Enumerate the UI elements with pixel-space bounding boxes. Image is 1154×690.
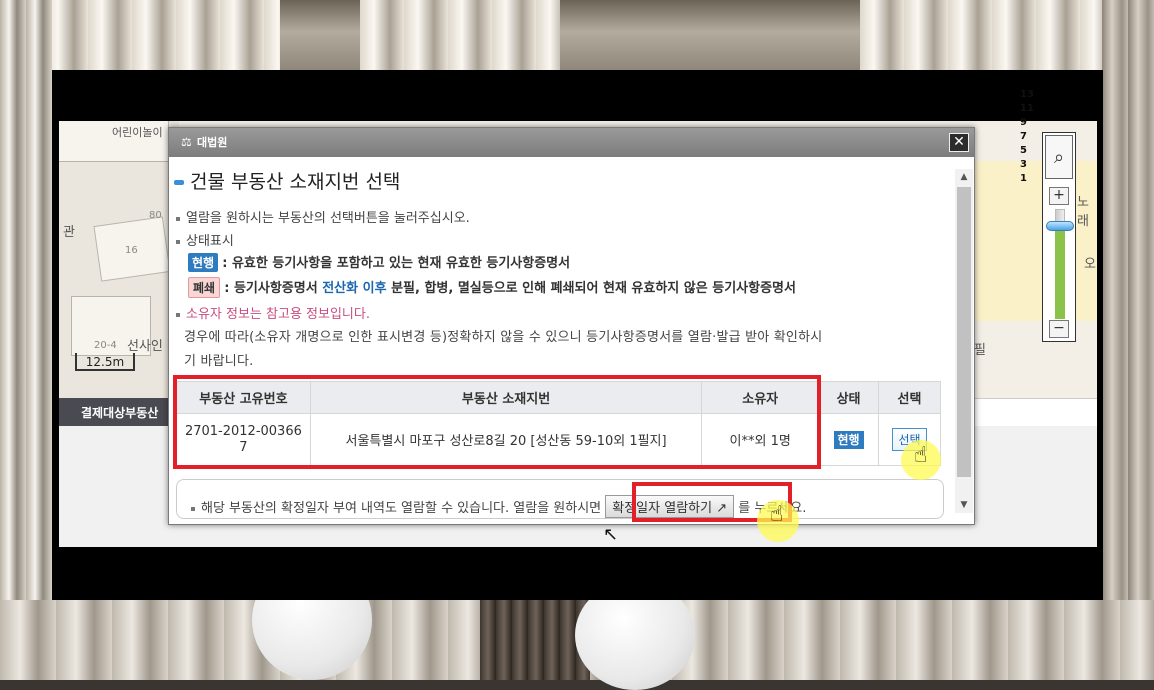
- current-badge: 현행: [188, 253, 219, 272]
- zoom-level-labels: 13 11 9 7 5 3 1: [1020, 88, 1034, 186]
- owner-notice-text: 소유자 정보는 참고용 정보입니다.: [186, 307, 370, 322]
- map-label-seosain: 선사인: [127, 339, 163, 354]
- dialog-heading-text: 건물 부동산 소재지번 선택: [190, 171, 401, 193]
- scroll-up-icon[interactable]: ▲: [955, 169, 973, 185]
- date-info-prefix: 해당 부동산의 확정일자 부여 내역도 열람할 수 있습니다. 열람을 원하시면: [201, 501, 602, 516]
- instruction-text: 열람을 원하시는 부동산의 선택버튼을 눌러주십시오.: [186, 211, 470, 226]
- zoom-track-fill: [1055, 229, 1065, 319]
- instruction-line: 열람을 원하시는 부동산의 선택버튼을 눌러주십시오.: [176, 207, 470, 226]
- hand-cursor-icon: ☝: [770, 502, 784, 527]
- owner-note-line-2: 기 바랍니다.: [184, 354, 254, 369]
- court-logo: ⚖ 대법원: [181, 134, 227, 150]
- status-label-text: 상태표시: [186, 234, 234, 249]
- court-logo-text: 대법원: [197, 136, 228, 149]
- court-logo-icon: ⚖: [181, 135, 192, 149]
- scroll-down-icon[interactable]: ▼: [955, 497, 973, 513]
- map-label-gwan: 관: [63, 225, 75, 240]
- bullet-icon: [176, 216, 180, 221]
- lamp-pole: [480, 600, 590, 680]
- dialog-titlebar: ⚖ 대법원 ✕: [169, 128, 974, 157]
- bullet-icon: [191, 506, 195, 511]
- zoom-level-label: 5: [1020, 145, 1027, 156]
- status-closed-text-a: : 등기사항증명서: [224, 281, 323, 296]
- hand-cursor-icon: ☝: [914, 443, 928, 468]
- status-closed-text-b: 전산화 이후: [322, 281, 387, 296]
- date-info-box: 해당 부동산의 확정일자 부여 내역도 열람할 수 있습니다. 열람을 원하시면…: [176, 479, 944, 519]
- status-current-line: 현행 : 유효한 등기사항을 포함하고 있는 현재 유효한 등기사항증명서: [176, 252, 570, 272]
- zoom-in-button[interactable]: +: [1049, 187, 1069, 205]
- map-label-norae: 노래: [1077, 195, 1089, 229]
- tab-payment-target-property[interactable]: 결제대상부동산: [59, 398, 171, 426]
- owner-note-line-1: 경우에 따라(소유자 개명으로 인한 표시변경 등)정확하지 않을 수 있으니 …: [184, 330, 823, 345]
- status-closed-text-c: 분필, 합병, 멸실등으로 인해 폐쇄되어 현재 유효하지 않은 등기사항증명서: [386, 281, 796, 296]
- map-lot-number-80: 80: [149, 210, 162, 221]
- status-label-line: 상태표시: [176, 230, 234, 249]
- map-scale: 12.5m: [75, 353, 135, 371]
- status-current-text: : 유효한 등기사항을 포함하고 있는 현재 유효한 등기사항증명서: [222, 256, 571, 271]
- bullet-icon: [176, 239, 180, 244]
- bullet-icon: [176, 312, 180, 317]
- map-lot-number-16: 16: [125, 245, 138, 256]
- map-label-playground: 어린이놀이: [112, 126, 163, 139]
- dialog-heading: 건물 부동산 소재지번 선택: [174, 167, 400, 194]
- property-select-dialog: ⚖ 대법원 ✕ 건물 부동산 소재지번 선택 열람을 원하시는 부동산의 선택버튼…: [168, 127, 975, 525]
- zoom-out-button[interactable]: −: [1049, 320, 1069, 338]
- status-closed-line: 폐쇄 : 등기사항증명서 전산화 이후 분필, 합병, 멸실등으로 인해 폐쇄되…: [176, 277, 796, 298]
- zoom-slider-thumb[interactable]: [1046, 221, 1074, 231]
- state-badge: 현행: [833, 431, 864, 449]
- map-label-pil: 필: [974, 343, 986, 358]
- arrow-cursor-icon: ↖: [603, 524, 619, 545]
- map-lot-number-20-4: 20-4: [94, 340, 117, 351]
- map-label-o: 오: [1084, 257, 1096, 272]
- background-column-right: [1102, 0, 1154, 680]
- zoom-level-label: 13: [1020, 89, 1034, 100]
- owner-notice-line: 소유자 정보는 참고용 정보입니다.: [176, 303, 370, 322]
- zoom-level-label: 3: [1020, 159, 1027, 170]
- table-highlight-box: [173, 375, 821, 469]
- cell-state: 현행: [818, 413, 880, 466]
- scroll-thumb[interactable]: [957, 187, 971, 477]
- closed-badge: 폐쇄: [188, 277, 221, 298]
- heading-bullet-icon: [174, 180, 184, 185]
- dialog-content: 건물 부동산 소재지번 선택 열람을 원하시는 부동산의 선택버튼을 눌러주십시…: [170, 157, 953, 524]
- header-select: 선택: [878, 381, 941, 414]
- background-column-left: [0, 0, 52, 680]
- korea-map-icon[interactable]: ⌕: [1045, 135, 1073, 179]
- zoom-level-label: 9: [1020, 117, 1027, 128]
- zoom-level-label: 1: [1020, 173, 1027, 184]
- header-state: 상태: [818, 381, 880, 414]
- background-top: [0, 0, 1154, 70]
- zoom-level-label: 7: [1020, 131, 1027, 142]
- zoom-control[interactable]: ⌕ + −: [1042, 132, 1076, 342]
- zoom-level-label: 11: [1020, 103, 1034, 114]
- close-button[interactable]: ✕: [949, 133, 969, 152]
- dialog-scrollbar[interactable]: ▲ ▼: [955, 169, 973, 513]
